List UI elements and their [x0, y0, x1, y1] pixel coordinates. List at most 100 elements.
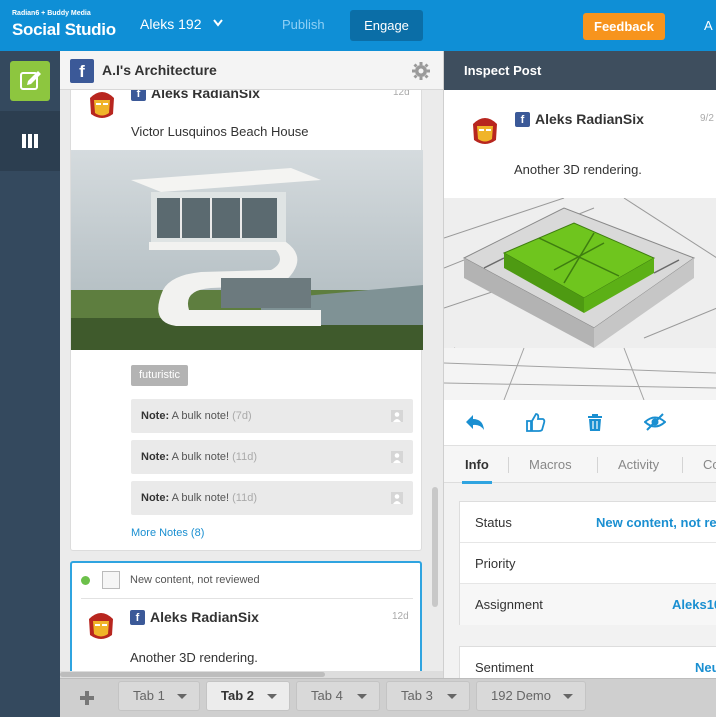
- nav-engage[interactable]: Engage: [350, 10, 423, 41]
- tab-item[interactable]: Tab 4: [296, 681, 380, 711]
- inspect-post: f Aleks RadianSix 9/2 Another 3D renderi…: [444, 90, 716, 445]
- inspect-panel: Inspect Post f Aleks RadianSix 9/2 Anoth…: [443, 51, 716, 678]
- user-menu[interactable]: A: [704, 18, 713, 33]
- avatar: [473, 118, 497, 144]
- info-label: Sentiment: [475, 660, 534, 675]
- tab-item[interactable]: Tab 3: [386, 681, 470, 711]
- stream-column: f A.I's Architecture f Aleks RadianSix 1…: [60, 51, 443, 678]
- post-text: Another 3D rendering.: [130, 650, 258, 665]
- note-age: (11d): [232, 492, 257, 504]
- note-label: Note:: [141, 492, 170, 504]
- tab-co[interactable]: Co: [703, 446, 716, 483]
- inspect-tabs: Info Macros Activity Co: [444, 445, 716, 484]
- plus-icon[interactable]: [78, 689, 96, 707]
- status-dot: [81, 576, 90, 585]
- delete-icon[interactable]: [584, 411, 606, 433]
- inspect-title: Inspect Post: [464, 63, 542, 78]
- info-value[interactable]: New content, not re: [596, 515, 716, 530]
- feedback-button[interactable]: Feedback: [583, 13, 665, 40]
- compose-button[interactable]: [10, 61, 50, 101]
- note-label: Note:: [141, 410, 170, 422]
- caret-down-icon[interactable]: [177, 694, 187, 699]
- brand-subtitle: Radian6 + Buddy Media: [12, 10, 91, 17]
- info-value[interactable]: Neu: [695, 660, 716, 675]
- inspect-header: Inspect Post: [444, 51, 716, 90]
- tab-item[interactable]: 192 Demo: [476, 681, 586, 711]
- post-tag[interactable]: futuristic: [131, 365, 188, 386]
- facebook-icon: f: [130, 610, 145, 625]
- left-sidebar: [0, 51, 60, 717]
- horizontal-scrollbar[interactable]: [60, 671, 443, 678]
- inspect-author[interactable]: Aleks RadianSix: [535, 111, 644, 127]
- column-title: A.I's Architecture: [102, 62, 217, 78]
- gear-icon[interactable]: [412, 62, 430, 80]
- post-text: Victor Lusquinos Beach House: [131, 124, 309, 139]
- columns-icon: [22, 134, 38, 148]
- info-label: Priority: [475, 556, 516, 571]
- account-selector[interactable]: Aleks 192: [140, 16, 201, 32]
- info-row-sentiment[interactable]: Sentiment Neu: [459, 646, 716, 678]
- note-item[interactable]: Note: A bulk note! (7d): [131, 399, 413, 433]
- tab-label: Tab 4: [311, 688, 343, 703]
- note-age: (11d): [232, 451, 257, 463]
- image-icon: [102, 571, 120, 589]
- caret-down-icon[interactable]: [357, 694, 367, 699]
- tab-divider: [597, 457, 598, 473]
- info-row-assignment[interactable]: Assignment Aleks10: [460, 584, 716, 625]
- post-author[interactable]: Aleks RadianSix: [150, 609, 259, 625]
- tab-divider: [508, 457, 509, 473]
- post-image[interactable]: [71, 150, 423, 350]
- info-value[interactable]: Aleks10: [672, 597, 716, 612]
- post-card[interactable]: f Aleks RadianSix 12d Victor Lusquinos B…: [70, 71, 423, 551]
- vertical-scrollbar[interactable]: [432, 487, 438, 607]
- tab-label: Tab 3: [401, 688, 433, 703]
- caret-down-icon[interactable]: [267, 694, 277, 699]
- note-text: A bulk note!: [171, 410, 230, 422]
- tab-label: 192 Demo: [491, 688, 551, 703]
- active-tab-indicator: [462, 481, 492, 484]
- info-row-priority[interactable]: Priority: [460, 543, 716, 584]
- info-row-status[interactable]: Status New content, not re: [460, 502, 716, 543]
- tab-item-active[interactable]: Tab 2: [206, 681, 290, 711]
- tab-label: Tab 2: [221, 688, 254, 703]
- note-item[interactable]: Note: A bulk note! (11d): [131, 440, 413, 474]
- tab-activity[interactable]: Activity: [618, 446, 659, 483]
- brand-logo[interactable]: Social Studio: [12, 20, 116, 40]
- reply-icon[interactable]: [464, 411, 486, 433]
- tab-item[interactable]: Tab 1: [118, 681, 200, 711]
- column-header: f A.I's Architecture: [60, 51, 443, 90]
- scrollbar-thumb[interactable]: [60, 672, 325, 677]
- tab-divider: [682, 457, 683, 473]
- facebook-icon: f: [70, 59, 94, 83]
- user-icon: [391, 410, 403, 422]
- inspect-text: Another 3D rendering.: [514, 162, 642, 177]
- tab-label: Tab 1: [133, 688, 165, 703]
- nav-publish[interactable]: Publish: [282, 17, 325, 32]
- like-icon[interactable]: [524, 411, 546, 433]
- user-icon: [391, 492, 403, 504]
- more-notes-link[interactable]: More Notes (8): [131, 527, 204, 539]
- tab-info[interactable]: Info: [465, 446, 489, 483]
- inspect-image[interactable]: [444, 198, 716, 400]
- caret-down-icon[interactable]: [447, 694, 457, 699]
- avatar: [89, 613, 113, 639]
- post-card-selected[interactable]: New content, not reviewed f Aleks Radian…: [70, 561, 422, 678]
- facebook-icon: f: [515, 112, 530, 127]
- note-label: Note:: [141, 451, 170, 463]
- note-text: A bulk note!: [171, 492, 230, 504]
- note-text: A bulk note!: [171, 451, 230, 463]
- note-item[interactable]: Note: A bulk note! (11d): [131, 481, 413, 515]
- tab-macros[interactable]: Macros: [529, 446, 572, 483]
- avatar: [90, 92, 114, 118]
- hide-icon[interactable]: [644, 411, 666, 433]
- chevron-down-icon[interactable]: [212, 18, 224, 28]
- columns-view-button[interactable]: [0, 111, 60, 171]
- inspect-date: 9/2: [700, 113, 714, 124]
- top-bar: Radian6 + Buddy Media Social Studio Alek…: [0, 0, 716, 51]
- user-icon: [391, 451, 403, 463]
- bottom-tab-bar: Tab 1 Tab 2 Tab 4 Tab 3 192 Demo: [60, 678, 716, 717]
- info-label: Status: [475, 515, 512, 530]
- info-label: Assignment: [475, 597, 543, 612]
- note-age: (7d): [232, 410, 252, 422]
- caret-down-icon[interactable]: [563, 694, 573, 699]
